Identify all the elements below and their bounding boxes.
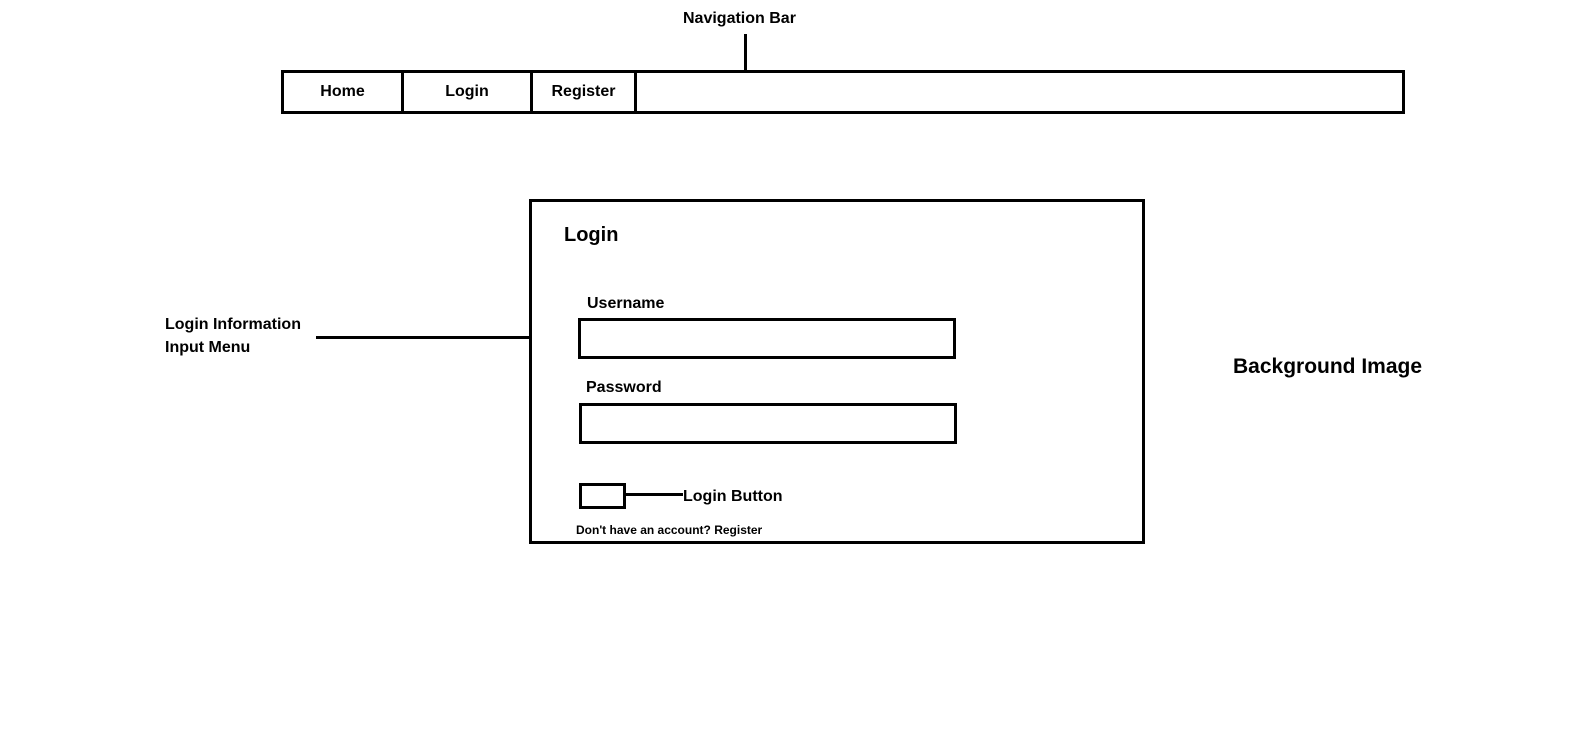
navigation-bar-annotation: Navigation Bar (683, 10, 796, 27)
nav-item-home[interactable]: Home (284, 73, 404, 111)
password-label: Password (586, 379, 662, 396)
password-input[interactable] (579, 403, 957, 444)
navigation-bar-pointer-line (744, 34, 747, 70)
username-input[interactable] (578, 318, 956, 359)
nav-item-register[interactable]: Register (533, 73, 637, 111)
login-panel: Login Username Password Don't have an ac… (529, 199, 1145, 544)
login-info-annotation-line1: Login Information (165, 316, 301, 333)
login-info-annotation-line2: Input Menu (165, 339, 251, 356)
background-image-annotation: Background Image (1233, 355, 1423, 378)
login-button-annotation: Login Button (683, 488, 783, 505)
navigation-bar: Home Login Register (281, 70, 1405, 114)
register-prompt[interactable]: Don't have an account? Register (576, 523, 762, 537)
login-button[interactable] (579, 483, 626, 509)
login-info-pointer-line (316, 336, 530, 339)
login-button-pointer-line (623, 493, 683, 496)
login-panel-title: Login (564, 224, 619, 246)
nav-item-login[interactable]: Login (404, 73, 533, 111)
username-label: Username (587, 295, 665, 312)
nav-empty-space (637, 73, 1402, 111)
